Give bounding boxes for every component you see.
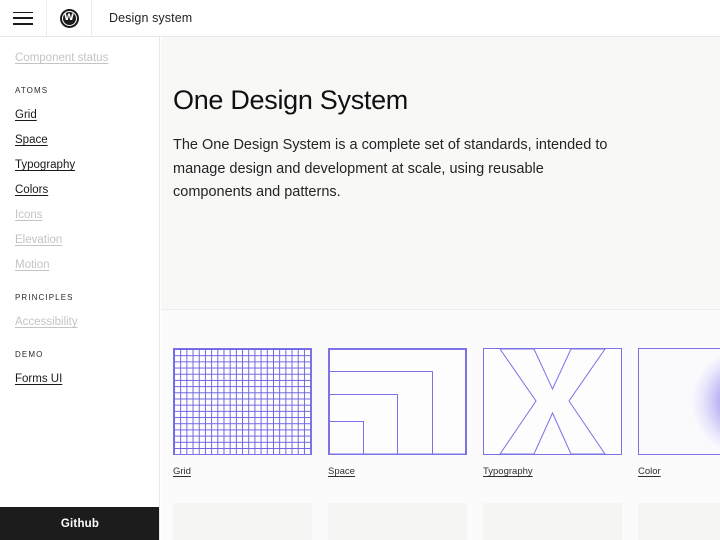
sidebar-item-label[interactable]: Accessibility [15, 316, 78, 329]
sidebar-item-label[interactable]: Typography [15, 159, 75, 172]
sidebar-item-component-status[interactable]: Component status [15, 52, 159, 78]
sidebar-item-label[interactable]: Elevation [15, 234, 62, 247]
card-grid[interactable]: Grid [173, 348, 312, 477]
sidebar-item-icons[interactable]: Icons [15, 209, 159, 235]
sidebar: Component status ATOMS Grid Space Typogr… [0, 37, 160, 540]
sidebar-item-label[interactable]: Component status [15, 52, 108, 65]
placeholder-thumbnail [483, 503, 622, 540]
card-row-partial [173, 503, 720, 540]
brand-logo-glyph: W [64, 12, 74, 23]
sidebar-item-label[interactable]: Icons [15, 209, 43, 222]
sidebar-nav: Component status ATOMS Grid Space Typogr… [0, 37, 159, 399]
sidebar-item-grid[interactable]: Grid [15, 109, 159, 135]
top-bar: W Design system [0, 0, 720, 37]
sidebar-section-demo: DEMO [15, 350, 44, 359]
sidebar-item-accessibility[interactable]: Accessibility [15, 316, 159, 342]
sidebar-item-label[interactable]: Colors [15, 184, 48, 197]
sidebar-item-label[interactable]: Space [15, 134, 48, 147]
hero-description: The One Design System is a complete set … [173, 137, 608, 200]
sidebar-item-typography[interactable]: Typography [15, 159, 159, 185]
card-space[interactable]: Space [328, 348, 467, 477]
sidebar-section-principles: PRINCIPLES [15, 293, 74, 302]
card-placeholder[interactable] [638, 503, 720, 540]
card-placeholder[interactable] [173, 503, 312, 540]
placeholder-thumbnail [638, 503, 720, 540]
sidebar-item-label[interactable]: Grid [15, 109, 37, 122]
card-gallery: Grid Space Typography Color [161, 310, 720, 540]
grid-pattern-thumbnail [173, 348, 312, 455]
brand-logo-button[interactable]: W [46, 0, 92, 36]
hamburger-menu-button[interactable] [0, 0, 46, 36]
card-label: Color [638, 466, 661, 477]
sidebar-item-space[interactable]: Space [15, 134, 159, 160]
card-placeholder[interactable] [328, 503, 467, 540]
letter-x-outline-thumbnail [483, 348, 622, 455]
sidebar-item-forms-ui[interactable]: Forms UI [15, 373, 159, 399]
card-placeholder[interactable] [483, 503, 622, 540]
sidebar-item-label[interactable]: Forms UI [15, 373, 62, 386]
placeholder-thumbnail [173, 503, 312, 540]
brand-logo-icon: W [59, 8, 79, 28]
github-button[interactable]: Github [0, 507, 159, 540]
nested-rectangles-thumbnail [328, 348, 467, 455]
placeholder-thumbnail [328, 503, 467, 540]
sidebar-item-motion[interactable]: Motion [15, 259, 159, 285]
sidebar-item-colors[interactable]: Colors [15, 184, 159, 210]
card-row: Grid Space Typography Color [173, 348, 720, 477]
card-label: Space [328, 466, 355, 477]
radial-gradient-thumbnail [638, 348, 720, 455]
design-system-page: W Design system Component status ATOMS G… [0, 0, 720, 540]
hamburger-menu-icon [13, 11, 33, 25]
hero-section: One Design System The One Design System … [161, 37, 720, 310]
card-label: Typography [483, 466, 533, 477]
hero-title: One Design System [173, 85, 408, 115]
card-label: Grid [173, 466, 191, 477]
main-content: One Design System The One Design System … [161, 37, 720, 540]
card-typography[interactable]: Typography [483, 348, 622, 477]
sidebar-section-atoms: ATOMS [15, 86, 49, 95]
page-title: Design system [109, 11, 193, 25]
sidebar-item-label[interactable]: Motion [15, 259, 50, 272]
sidebar-item-elevation[interactable]: Elevation [15, 234, 159, 260]
card-color[interactable]: Color [638, 348, 720, 477]
